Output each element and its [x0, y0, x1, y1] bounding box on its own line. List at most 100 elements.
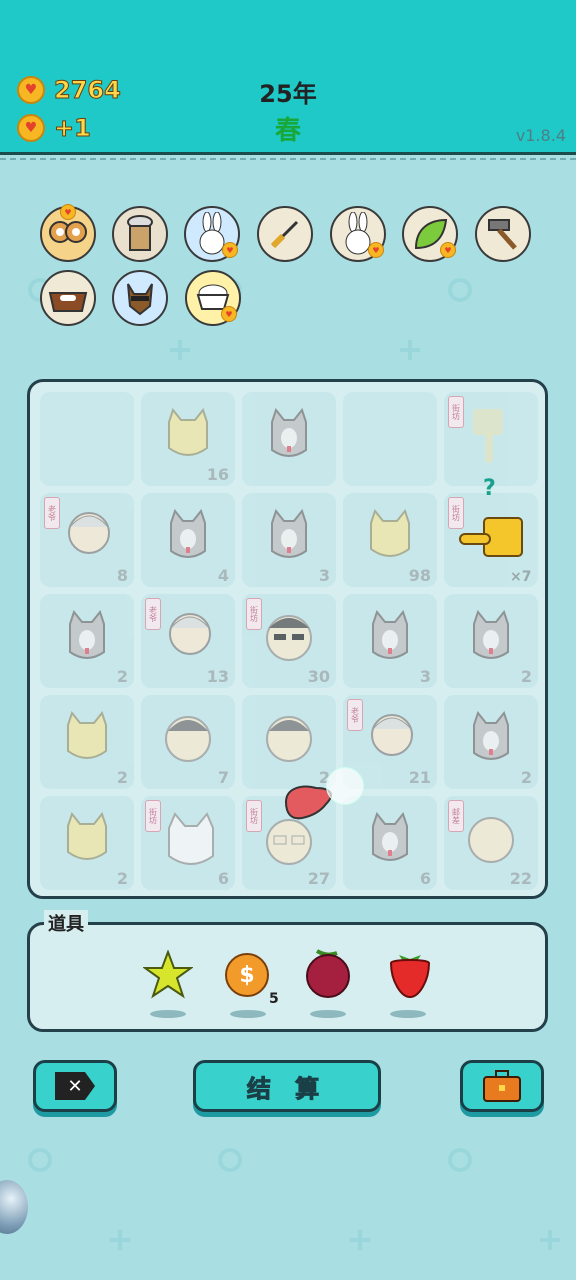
- owl-pair-icon[interactable]: ♥: [40, 204, 96, 262]
- cell-count: 16: [206, 465, 229, 484]
- coin-item-icon[interactable]: $: [225, 953, 269, 997]
- cell-count: 27: [307, 869, 330, 888]
- board-cell[interactable]: 2: [40, 594, 134, 688]
- header-divider: [0, 158, 576, 160]
- item-shadow: [150, 1010, 186, 1018]
- face-icon: [163, 711, 213, 771]
- item-shadow: [390, 1010, 426, 1018]
- cell-count: 2: [116, 768, 128, 787]
- bubble-tea-icon[interactable]: [112, 206, 168, 262]
- cell-count: 2: [520, 667, 532, 686]
- version-label: v1.8.4: [515, 126, 566, 145]
- cat-icon: [62, 811, 112, 872]
- strawberry-icon[interactable]: [385, 947, 435, 1001]
- settle-button[interactable]: 结 算: [193, 1060, 381, 1112]
- cell-count: 98: [408, 566, 431, 585]
- coin-badge-icon: ♥: [440, 242, 456, 258]
- oldman-icon: [62, 509, 116, 563]
- star-icon[interactable]: [143, 950, 193, 1000]
- props-panel: [27, 922, 548, 1032]
- face-icon: [264, 711, 314, 771]
- cat-icon: [62, 710, 112, 771]
- cell-count: 3: [318, 566, 330, 585]
- board-cell[interactable]: 邮差 22: [444, 796, 538, 890]
- hammer-icon[interactable]: [475, 206, 531, 262]
- bubble-icon: [326, 767, 364, 805]
- cell-count: 13: [206, 667, 229, 686]
- item-shadow: [230, 1010, 266, 1018]
- board-cell[interactable]: 2: [242, 695, 336, 789]
- husky-icon: [264, 407, 314, 468]
- role-tag: 街坊: [246, 800, 262, 832]
- board-cell[interactable]: 2: [40, 695, 134, 789]
- top-bar: ♥ 2764 ♥ +1 25年 春 v1.8.4: [0, 0, 576, 155]
- close-button[interactable]: ✕: [33, 1060, 117, 1112]
- board-cell[interactable]: [40, 392, 134, 486]
- cell-count: 3: [419, 667, 431, 686]
- rabbit-icon[interactable]: ♥: [184, 206, 240, 262]
- board-cell[interactable]: 老爷 13: [141, 594, 235, 688]
- season-label: 春: [274, 116, 301, 146]
- cell-count: 30: [307, 667, 330, 686]
- role-tag: 邮差: [448, 800, 464, 832]
- bayberry-icon[interactable]: [303, 947, 353, 1001]
- husky-icon: [365, 811, 415, 872]
- role-tag: 老爷: [347, 699, 363, 731]
- screwdriver-icon[interactable]: [257, 206, 313, 262]
- briefcase-icon: [483, 1070, 521, 1102]
- board-cell[interactable]: 16: [141, 392, 235, 486]
- board-cell[interactable]: 街坊 6: [141, 796, 235, 890]
- cell-count: 6: [419, 869, 431, 888]
- husky-icon: [365, 609, 415, 670]
- cell-count: 8: [116, 566, 128, 585]
- cell-count: 2: [116, 667, 128, 686]
- cell-count: 4: [217, 566, 229, 585]
- coin-badge-icon: ♥: [222, 242, 238, 258]
- board-cell[interactable]: 3: [343, 594, 437, 688]
- board-cell[interactable]: 6: [343, 796, 437, 890]
- board-cell[interactable]: 2: [444, 695, 538, 789]
- board-cell[interactable]: [343, 392, 437, 486]
- board-cell[interactable]: 老爷 8: [40, 493, 134, 587]
- husky-icon: [466, 710, 516, 771]
- role-tag: 街坊: [145, 800, 161, 832]
- pointing-down-hand-icon: [473, 409, 503, 463]
- oldman-icon: [163, 610, 217, 664]
- board-cell[interactable]: 2: [40, 796, 134, 890]
- coin-badge-icon: ♥: [221, 306, 237, 322]
- husky-icon: [163, 508, 213, 569]
- floating-ball[interactable]: [0, 1180, 28, 1234]
- dog-food-bowl-icon[interactable]: [40, 270, 96, 326]
- board-cell[interactable]: 3: [242, 493, 336, 587]
- rabbit-icon[interactable]: ♥: [330, 206, 386, 262]
- board-cell[interactable]: 98: [343, 493, 437, 587]
- leaf-icon[interactable]: ♥: [402, 206, 458, 262]
- rice-bowl-icon[interactable]: ♥: [185, 270, 241, 326]
- props-label: 道具: [44, 910, 88, 936]
- cell-count: 21: [408, 768, 431, 787]
- husky-icon: [264, 508, 314, 569]
- settle-label: 结 算: [246, 1074, 328, 1103]
- coin-item-count: 5: [269, 991, 279, 1007]
- cat-icon: [163, 407, 213, 468]
- cell-count: 2: [520, 768, 532, 787]
- husky-icon: [466, 609, 516, 670]
- pointing-left-hand-icon[interactable]: [458, 512, 528, 562]
- samoyed-icon: [163, 812, 219, 872]
- board-cell[interactable]: 2: [444, 594, 538, 688]
- shiba-dog-icon[interactable]: [112, 270, 168, 326]
- sunglass-icon: [264, 610, 314, 670]
- coin-badge-icon: ♥: [60, 204, 76, 220]
- year-label: 25年: [259, 80, 317, 108]
- role-tag: 老爷: [145, 598, 161, 630]
- briefcase-button[interactable]: [460, 1060, 544, 1112]
- board-cell[interactable]: 7: [141, 695, 235, 789]
- item-shadow: [310, 1010, 346, 1018]
- board-cell[interactable]: [242, 392, 336, 486]
- cell-count: 6: [217, 869, 229, 888]
- board-cell[interactable]: 街坊 30: [242, 594, 336, 688]
- oldman-icon: [365, 711, 419, 765]
- cat-icon: [365, 508, 415, 569]
- role-tag: 老爷: [44, 497, 60, 529]
- board-cell[interactable]: 4: [141, 493, 235, 587]
